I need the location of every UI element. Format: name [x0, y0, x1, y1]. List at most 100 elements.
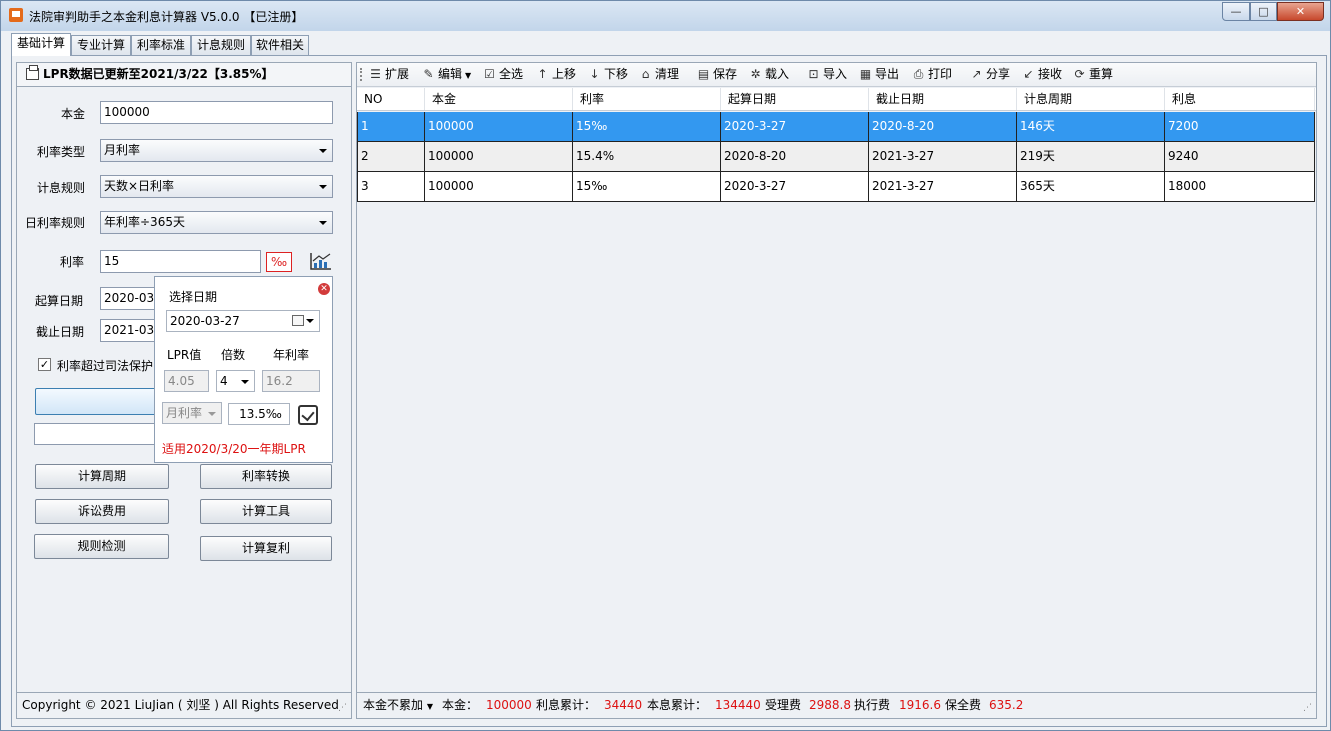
tab-basic-calc[interactable]: 基础计算 [11, 33, 71, 56]
start-date-input[interactable]: 2020-03 [100, 287, 160, 310]
popup-close-icon[interactable]: ✕ [318, 283, 330, 295]
chevron-down-icon [208, 412, 216, 416]
daily-rate-rule-select[interactable]: 年利率÷365天 [100, 211, 333, 234]
column-header[interactable]: 利率 [573, 88, 721, 110]
status-exec-fee-label: 执行费 [854, 698, 891, 712]
select-all-icon: ☑ [484, 67, 495, 81]
table-cell: 7200 [1165, 112, 1315, 141]
multiple-label: 倍数 [221, 348, 246, 362]
annual-rate-label: 年利率 [273, 348, 310, 362]
accumulate-mode-select[interactable]: 本金不累加 ▼ [363, 693, 433, 719]
export-button[interactable]: ▦ 导出 [857, 63, 899, 86]
daily-rate-rule-value: 年利率÷365天 [104, 215, 185, 229]
chevron-down-icon [319, 149, 327, 153]
tab-interest-rules[interactable]: 计息规则 [191, 35, 251, 56]
expand-button[interactable]: ☰ 扩展 [367, 63, 409, 86]
table-cell: 1 [357, 112, 425, 141]
table-cell: 15‰ [573, 112, 721, 141]
save-button[interactable]: ▤ 保存 [695, 63, 737, 86]
resize-grip-icon[interactable]: ⋰ [1303, 703, 1313, 713]
lpr-update-header: LPR数据已更新至2021/3/22【3.85%】 [17, 63, 351, 87]
table-row[interactable]: 1 100000 15‰ 2020-3-27 2020-8-20 146天 7200 [357, 112, 1315, 142]
status-total-value: 134440 [715, 698, 761, 712]
rate-convert-button[interactable]: 利率转换 [200, 464, 332, 489]
lpr-date-popup: ✕ 选择日期 2020-03-27 LPR值 倍数 年利率 4.05 4 16.… [154, 276, 333, 463]
tab-software[interactable]: 软件相关 [251, 35, 309, 56]
expand-icon: ☰ [370, 67, 381, 81]
table-cell: 2020-3-27 [721, 112, 869, 141]
popup-date-value: 2020-03-27 [170, 314, 240, 328]
rule-check-button[interactable]: 规则检测 [34, 534, 169, 559]
multiple-select[interactable]: 4 [216, 370, 255, 392]
accumulate-mode-value: 本金不累加 [363, 698, 424, 712]
status-accept-fee-value: 2988.8 [809, 698, 851, 712]
move-down-button[interactable]: ↓ 下移 [586, 63, 628, 86]
column-header[interactable]: 起算日期 [721, 88, 869, 110]
recalc-button[interactable]: ⟳ 重算 [1071, 63, 1113, 86]
move-up-label: 上移 [552, 67, 577, 81]
start-date-label: 起算日期 [35, 294, 84, 308]
recalc-label: 重算 [1089, 67, 1114, 81]
column-header[interactable]: 截止日期 [869, 88, 1017, 110]
select-all-label: 全选 [499, 67, 524, 81]
lpr-note: 适用2020/3/20一年期LPR [162, 442, 306, 456]
close-button[interactable]: ✕ [1277, 2, 1324, 21]
print-button[interactable]: ⎙ 打印 [910, 63, 952, 86]
title-bar: 法院审判助手之本金利息计算器 V5.0.0 【已注册】 — □ ✕ [1, 1, 1330, 31]
print-label: 打印 [928, 67, 953, 81]
status-preserve-fee-value: 635.2 [989, 698, 1024, 712]
protect-checkbox[interactable]: ✓ [38, 358, 51, 371]
share-icon: ↗ [971, 67, 982, 81]
share-button[interactable]: ↗ 分享 [968, 63, 1010, 86]
results-table: NO 本金 利率 起算日期 截止日期 计息周期 利息 1 100000 15‰ 202… [357, 88, 1316, 693]
save-icon: ▤ [697, 67, 710, 81]
calendar-icon[interactable] [292, 315, 304, 326]
rate-type-value: 月利率 [104, 143, 141, 157]
minimize-button[interactable]: — [1222, 2, 1250, 21]
tab-rate-standard[interactable]: 利率标准 [131, 35, 191, 56]
resize-grip-icon[interactable]: ⋰ [338, 703, 348, 713]
receive-button[interactable]: ↙ 接收 [1020, 63, 1062, 86]
rate-chart-icon[interactable] [310, 252, 332, 270]
table-cell: 15‰ [573, 172, 721, 201]
apply-check-icon[interactable] [298, 405, 318, 425]
import-button[interactable]: ⊡ 导入 [805, 63, 847, 86]
daily-rate-rule-label: 日利率规则 [25, 216, 86, 230]
import-label: 导入 [823, 67, 848, 81]
rate-type-select[interactable]: 月利率 [100, 139, 333, 162]
clear-button[interactable]: ⌂ 清理 [637, 63, 679, 86]
column-header[interactable]: NO [357, 88, 425, 110]
rate-input[interactable]: 15 [100, 250, 261, 273]
edit-button[interactable]: ✎ 编辑 ▼ [420, 63, 471, 86]
maximize-button[interactable]: □ [1250, 2, 1277, 21]
principal-input[interactable]: 100000 [100, 101, 333, 124]
compound-button[interactable]: 计算复利 [200, 536, 332, 561]
arrow-down-icon: ↓ [589, 67, 600, 81]
popup-result-field: 13.5‰ [228, 403, 290, 425]
table-cell: 15.4% [573, 142, 721, 171]
tab-pro-calc[interactable]: 专业计算 [71, 35, 131, 56]
select-all-button[interactable]: ☑ 全选 [481, 63, 523, 86]
chevron-down-icon [306, 319, 314, 323]
toolbar: ☰ 扩展 ✎ 编辑 ▼ ☑ 全选 ↑ 上移 ↓ 下移 ⌂ 清理 ▤ 保存 ✲ 载入 ⊡ 导入 ▦ 导出… [357, 63, 1316, 87]
end-date-input[interactable]: 2021-03 [100, 319, 160, 342]
litigation-fee-button[interactable]: 诉讼费用 [35, 499, 169, 524]
column-header[interactable]: 利息 [1165, 88, 1315, 110]
app-window: 法院审判助手之本金利息计算器 V5.0.0 【已注册】 — □ ✕ 基础计算 专… [0, 0, 1331, 731]
calculate-button[interactable] [35, 388, 161, 415]
move-down-label: 下移 [604, 67, 629, 81]
table-cell: 100000 [425, 112, 573, 141]
rate-unit-button[interactable]: ‰ [266, 252, 292, 272]
move-up-button[interactable]: ↑ 上移 [534, 63, 576, 86]
column-header[interactable]: 本金 [425, 88, 573, 110]
status-accept-fee-label: 受理费 [765, 698, 802, 712]
arrow-up-icon: ↑ [537, 67, 548, 81]
table-row[interactable]: 2 100000 15.4% 2020-8-20 2021-3-27 219天 9240 [357, 142, 1315, 172]
calc-period-button[interactable]: 计算周期 [35, 464, 169, 489]
load-button[interactable]: ✲ 载入 [747, 63, 789, 86]
popup-rate-type-value: 月利率 [166, 406, 203, 420]
calc-tools-button[interactable]: 计算工具 [200, 499, 332, 524]
table-row[interactable]: 3 100000 15‰ 2020-3-27 2021-3-27 365天 18000 [357, 172, 1315, 202]
column-header[interactable]: 计息周期 [1017, 88, 1165, 110]
interest-rule-select[interactable]: 天数×日利率 [100, 175, 333, 198]
